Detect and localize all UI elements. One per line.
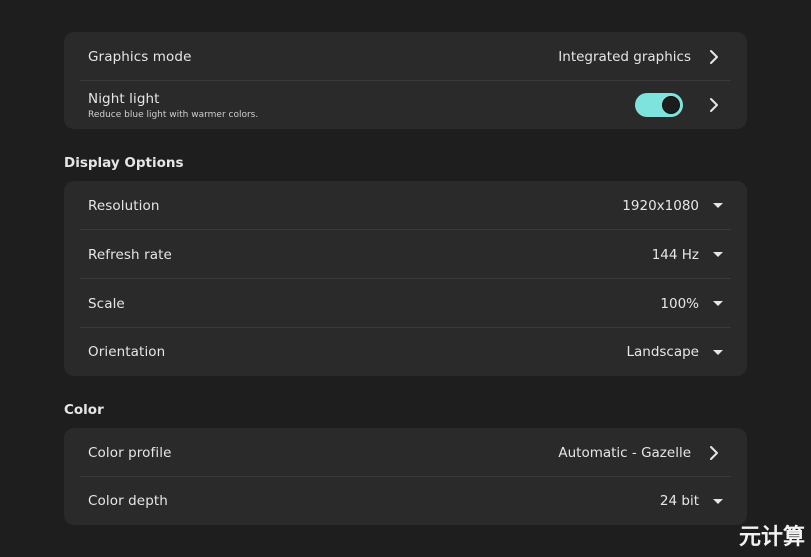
graphics-mode-row[interactable]: Graphics mode Integrated graphics — [80, 32, 731, 81]
color-depth-row[interactable]: Color depth 24 bit — [80, 477, 731, 525]
chevron-down-icon[interactable] — [713, 203, 723, 208]
color-title: Color — [64, 402, 104, 418]
chevron-down-icon[interactable] — [713, 349, 723, 355]
chevron-right-icon[interactable] — [705, 444, 723, 462]
orientation-row[interactable]: Orientation Landscape — [80, 328, 731, 376]
color-profile-row[interactable]: Color profile Automatic - Gazelle — [80, 428, 731, 477]
refresh-rate-value: 144 Hz — [651, 246, 699, 263]
night-light-toggle[interactable] — [635, 93, 683, 117]
toggle-knob — [662, 96, 680, 114]
chevron-down-icon[interactable] — [713, 301, 723, 306]
color-section: Color profile Automatic - Gazelle Color … — [64, 428, 747, 525]
graphics-section: Graphics mode Integrated graphics Night … — [64, 32, 747, 129]
refresh-rate-label: Refresh rate — [88, 246, 172, 263]
orientation-value: Landscape — [626, 344, 699, 360]
night-light-row[interactable]: Night light Reduce blue light with warme… — [80, 81, 731, 129]
scale-value: 100% — [660, 295, 699, 312]
chevron-down-icon[interactable] — [713, 498, 723, 504]
color-profile-label: Color profile — [88, 444, 172, 461]
night-light-description: Reduce blue light with warmer colors. — [88, 109, 259, 120]
chevron-right-icon[interactable] — [705, 96, 723, 114]
resolution-label: Resolution — [88, 197, 160, 214]
display-options-section: Resolution 1920x1080 Refresh rate 144 Hz… — [64, 181, 747, 376]
watermark-logo: 元计算 — [738, 525, 805, 550]
graphics-mode-label: Graphics mode — [88, 48, 192, 65]
chevron-down-icon[interactable] — [713, 252, 723, 257]
resolution-value: 1920x1080 — [622, 197, 699, 214]
display-settings-window: Graphics mode Integrated graphics Night … — [0, 0, 811, 557]
graphics-mode-value: Integrated graphics — [558, 48, 691, 65]
chevron-right-icon[interactable] — [705, 48, 723, 66]
color-depth-value: 24 bit — [659, 493, 699, 509]
night-light-label: Night light — [88, 90, 160, 107]
resolution-row[interactable]: Resolution 1920x1080 — [80, 181, 731, 230]
orientation-label: Orientation — [88, 344, 166, 360]
scale-row[interactable]: Scale 100% — [80, 279, 731, 328]
color-depth-label: Color depth — [88, 493, 168, 509]
display-options-title: Display Options — [64, 155, 184, 171]
refresh-rate-row[interactable]: Refresh rate 144 Hz — [80, 230, 731, 279]
scale-label: Scale — [88, 295, 125, 312]
color-profile-value: Automatic - Gazelle — [558, 444, 691, 461]
